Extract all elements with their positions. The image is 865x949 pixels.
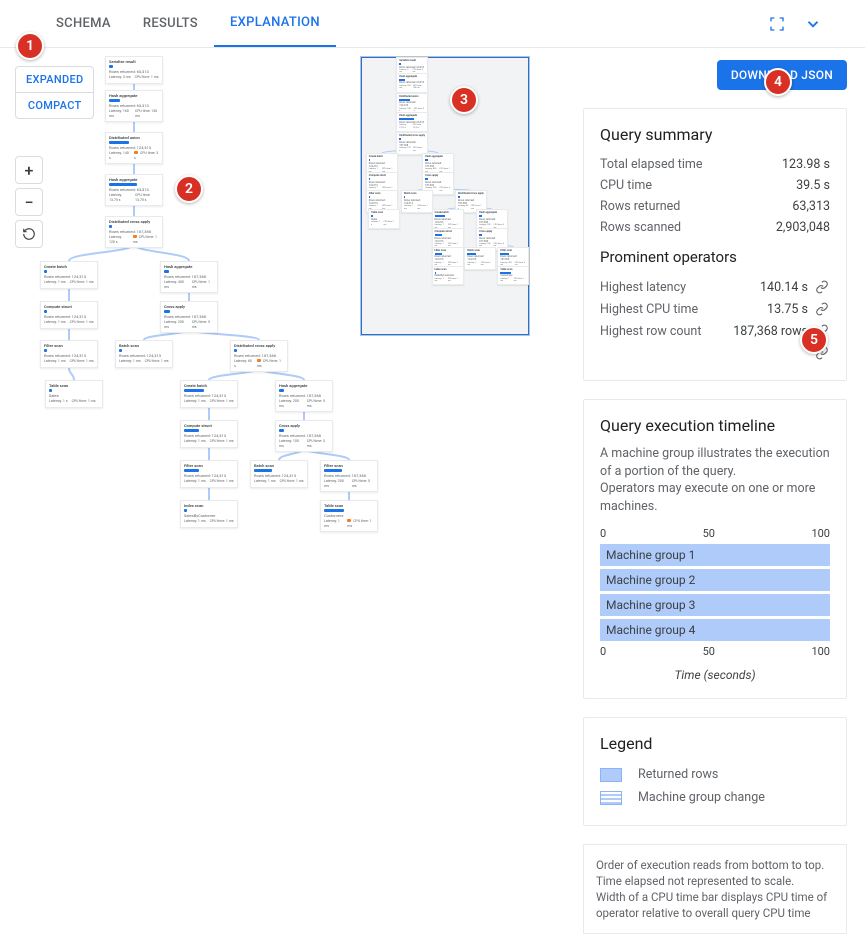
fullscreen-icon[interactable] <box>765 12 789 36</box>
timeline-bar[interactable]: Machine group 1 <box>600 544 830 566</box>
summary-row: Total elapsed time123.98 s <box>600 154 830 175</box>
plan-node[interactable]: Hash aggregateRows returned: 187,368Late… <box>160 261 218 293</box>
plan-node[interactable]: Batch scanRows returned: 124,313Latency:… <box>401 190 433 213</box>
plan-node[interactable]: Cross applyRows returned: 187,368Latency… <box>160 301 218 333</box>
tab-results[interactable]: RESULTS <box>127 0 214 47</box>
query-summary-title: Query summary <box>600 125 830 144</box>
prominent-row: Highest CPU time13.75 s <box>600 298 830 320</box>
plan-node[interactable]: Table scanSalesLatency: 1 sCPU time: 1 m… <box>45 380 103 408</box>
plan-node[interactable]: Batch scanRows returned: 124,313Latency:… <box>250 460 308 488</box>
plan-canvas[interactable]: Serialize resultRows returned: 63,313Lat… <box>0 48 577 949</box>
expand-more-icon[interactable] <box>801 12 825 36</box>
callout-badge: 3 <box>450 86 478 114</box>
footnote: Order of execution reads from bottom to … <box>583 844 847 934</box>
plan-node[interactable]: Batch scanRows returned: 124,313Latency:… <box>115 340 173 368</box>
plan-node[interactable]: Hash aggregateRows returned: 187,368Late… <box>275 380 333 412</box>
plan-node[interactable]: Filter scanRows returned: 124,313Latency… <box>180 460 238 488</box>
timeline-axis-label: Time (seconds) <box>600 668 830 682</box>
callout-badge: 1 <box>16 32 44 60</box>
plan-tree[interactable]: Serialize resultRows returned: 63,313Lat… <box>30 56 377 939</box>
plan-node[interactable]: Filter scanRows returned: 124,313Latency… <box>40 340 98 368</box>
tab-schema[interactable]: SCHEMA <box>40 0 127 47</box>
summary-row: CPU time39.5 s <box>600 175 830 196</box>
plan-node[interactable]: Table scanCustomersLatency: 1 msCPU time… <box>320 500 378 532</box>
timeline-axis-bottom: 050100 <box>600 643 830 660</box>
timeline-axis-top: 050100 <box>600 525 830 542</box>
legend-card: Legend Returned rowsMachine group change <box>583 717 847 826</box>
plan-node[interactable]: Filter scanRows returned: 187,368Latency… <box>320 460 378 492</box>
plan-node[interactable]: Hash aggregateRows returned: 63,313Laten… <box>105 90 163 122</box>
summary-row: Rows scanned2,903,048 <box>600 217 830 238</box>
plan-node[interactable]: Compute structRows returned: 124,313Late… <box>40 301 98 329</box>
prominent-row: Highest row count187,368 rows <box>600 320 830 342</box>
legend-swatch <box>600 791 622 805</box>
link-icon[interactable] <box>814 301 830 317</box>
plan-minimap[interactable]: Serialize resultRows returned: 63,313Lat… <box>360 56 530 336</box>
prominent-row: Highest latency140.14 s <box>600 276 830 298</box>
plan-node[interactable]: Create batchRows returned: 124,313Latenc… <box>180 380 238 408</box>
zoom-in-button[interactable]: + <box>15 156 43 184</box>
legend-item: Machine group change <box>600 786 830 809</box>
callout-badge: 5 <box>800 326 828 354</box>
timeline-bar[interactable]: Machine group 4 <box>600 619 830 641</box>
summary-row: Rows returned63,313 <box>600 196 830 217</box>
zoom-reset-button[interactable] <box>15 220 43 248</box>
plan-node[interactable]: Distributed cross applyRows returned: 18… <box>230 340 288 372</box>
plan-node[interactable]: Index scanSalesByCustomerLatency: 1 msCP… <box>180 500 238 528</box>
plan-node[interactable]: Distributed unionRows returned: 124,313L… <box>105 132 163 164</box>
details-panel: DOWNLOAD JSON Query summary Total elapse… <box>577 48 865 949</box>
plan-node[interactable]: Batch scanRows returned: 124,313Latency:… <box>464 247 496 270</box>
legend-swatch <box>600 768 622 782</box>
link-icon[interactable] <box>814 279 830 295</box>
plan-node[interactable]: Create batchRows returned: 124,313Latenc… <box>40 261 98 289</box>
tab-explanation[interactable]: EXPLANATION <box>214 0 336 47</box>
callout-badge: 4 <box>764 68 792 96</box>
tabs-bar: SCHEMA RESULTS EXPLANATION <box>0 0 865 48</box>
plan-node[interactable]: Hash aggregateRows returned: 63,313Laten… <box>396 112 428 132</box>
plan-node[interactable]: Compute structRows returned: 124,313Late… <box>180 420 238 448</box>
plan-node[interactable]: Table scanSalesLatency: 1 sCPU time: 1 m… <box>368 209 400 229</box>
timeline-title: Query execution timeline <box>600 416 830 435</box>
timeline-card: Query execution timeline A machine group… <box>583 399 847 699</box>
plan-node[interactable]: Cross applyRows returned: 187,368Latency… <box>275 420 333 452</box>
view-toggle: EXPANDED COMPACT <box>15 66 94 119</box>
plan-node[interactable]: Distributed cross applyRows returned: 18… <box>396 132 428 155</box>
legend-title: Legend <box>600 734 830 753</box>
view-compact-button[interactable]: COMPACT <box>16 92 93 118</box>
plan-node[interactable]: Distributed cross applyRows returned: 18… <box>105 216 163 248</box>
plan-node[interactable]: Hash aggregateRows returned: 63,313Laten… <box>105 174 163 206</box>
view-expanded-button[interactable]: EXPANDED <box>16 67 93 92</box>
plan-node[interactable]: Hash aggregateRows returned: 63,313Laten… <box>396 73 428 93</box>
zoom-out-button[interactable]: − <box>15 188 43 216</box>
callout-badge: 2 <box>175 175 203 203</box>
plan-node[interactable]: Table scanCustomersLatency: 1 msCPU time… <box>497 266 529 286</box>
prominent-operators-title: Prominent operators <box>600 248 830 266</box>
legend-item: Returned rows <box>600 763 830 786</box>
plan-node[interactable]: Index scanSalesByCustomerLatency: 1 msCP… <box>432 266 464 286</box>
timeline-bar[interactable]: Machine group 3 <box>600 594 830 616</box>
plan-node[interactable]: Serialize resultRows returned: 63,313Lat… <box>105 56 163 84</box>
timeline-bar[interactable]: Machine group 2 <box>600 569 830 591</box>
timeline-description: A machine group illustrates the executio… <box>600 445 830 515</box>
